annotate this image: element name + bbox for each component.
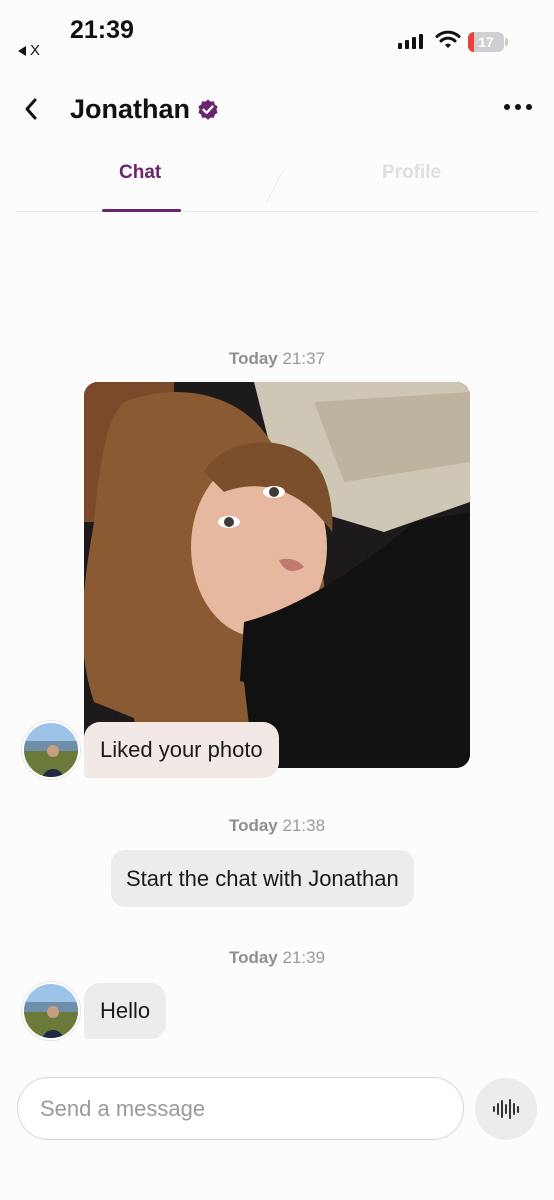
verified-badge-icon [198, 99, 218, 120]
message-input[interactable] [17, 1077, 464, 1140]
more-options-button[interactable] [502, 98, 534, 116]
status-time: 21:39 [70, 16, 134, 44]
more-dot [526, 104, 532, 110]
tab-bar: Chat Profile [16, 150, 538, 212]
timestamp-day: Today [228, 349, 278, 368]
back-triangle-icon [18, 45, 26, 56]
liked-photo-message: Liked your photo [84, 722, 279, 778]
tab-chat[interactable]: Chat [119, 162, 161, 184]
timestamp-time: 21:37 [282, 349, 326, 368]
return-to-app-link[interactable]: X [18, 42, 40, 59]
timestamp-day: Today [228, 948, 278, 967]
status-bar: 21:39 X 17 [0, 0, 554, 70]
active-tab-indicator [102, 209, 181, 212]
tab-profile[interactable]: Profile [382, 162, 441, 184]
chat-header: Jonathan [0, 80, 554, 140]
timestamp: Today 21:38 [0, 816, 554, 836]
timestamp-time: 21:39 [282, 948, 326, 967]
voice-message-button[interactable] [475, 1078, 537, 1140]
avatar[interactable] [22, 982, 80, 1040]
timestamp-time: 21:38 [282, 816, 326, 835]
message-composer [0, 1060, 554, 1200]
signal-icon [398, 34, 423, 49]
return-app-label: X [30, 42, 41, 59]
liked-photo[interactable] [84, 382, 470, 768]
timestamp: Today 21:37 [0, 349, 554, 369]
received-message: Hello [84, 983, 167, 1039]
back-button[interactable] [16, 94, 46, 124]
battery-level: 17 [478, 34, 494, 50]
voice-waveform-icon [493, 1099, 519, 1119]
more-dot [515, 104, 521, 110]
wifi-icon [435, 30, 461, 55]
avatar[interactable] [22, 721, 80, 779]
tab-divider [266, 171, 283, 203]
timestamp-day: Today [228, 816, 278, 835]
more-dots-icon [504, 104, 510, 110]
contact-name: Jonathan [70, 94, 191, 124]
system-message: Start the chat with Jonathan [111, 850, 414, 907]
battery-icon: 17 [468, 32, 508, 52]
back-chevron-icon [25, 98, 37, 120]
contact-name-wrap[interactable]: Jonathan [70, 94, 220, 125]
timestamp: Today 21:39 [0, 948, 554, 968]
